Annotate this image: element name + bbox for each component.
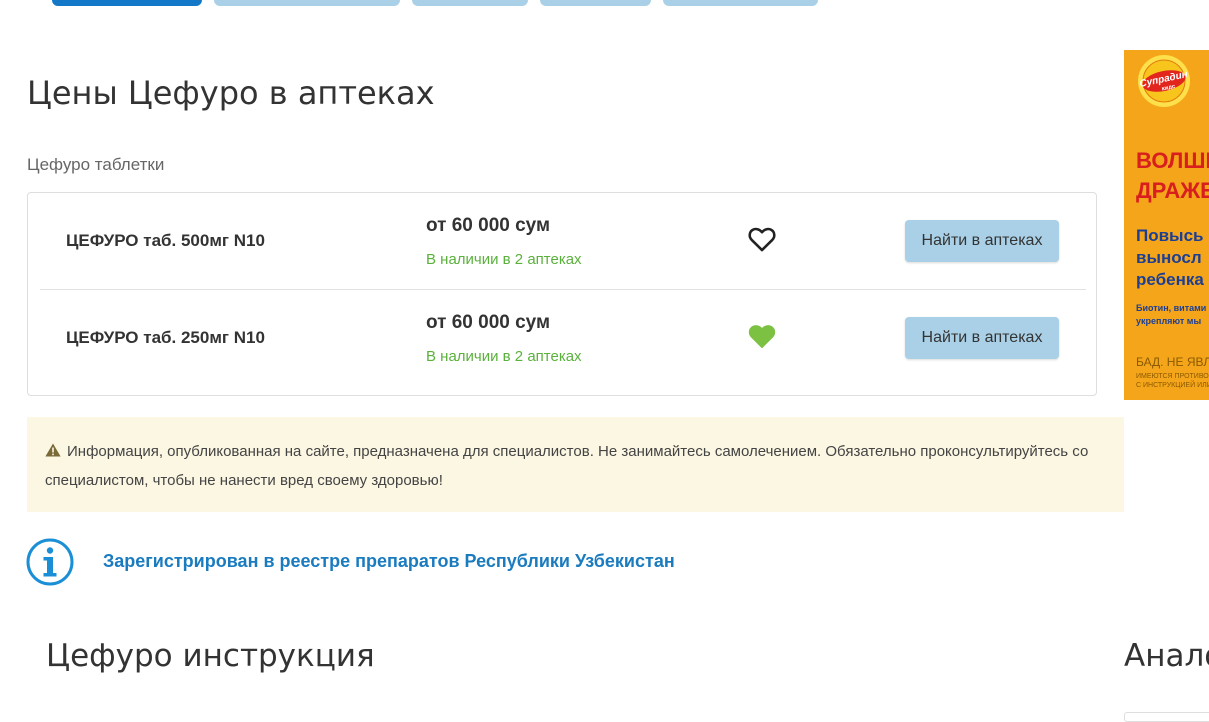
heart-outline-icon[interactable] xyxy=(748,226,776,252)
ad-small-text: Биотин, витами укрепляют мы xyxy=(1136,303,1207,326)
product-row: ЦЕФУРО таб. 250мг N10 от 60 000 сум В на… xyxy=(40,290,1086,386)
tab-3[interactable] xyxy=(412,0,528,6)
tab-2[interactable] xyxy=(214,0,400,6)
tab-5[interactable] xyxy=(663,0,818,6)
analogs-box xyxy=(1124,712,1209,722)
product-name: ЦЕФУРО таб. 250мг N10 xyxy=(66,328,265,347)
supradyn-kids-logo: Супрадин кидс xyxy=(1138,55,1190,107)
instructions-title: Цефуро инструкция xyxy=(46,638,375,674)
page-title: Цены Цефуро в аптеках xyxy=(27,74,435,112)
heart-filled-icon[interactable] xyxy=(748,323,776,349)
self-medication-warning: Информация, опубликованная на сайте, пре… xyxy=(27,417,1124,512)
product-name: ЦЕФУРО таб. 500мг N10 xyxy=(66,231,265,250)
find-in-pharmacies-button[interactable]: Найти в аптеках xyxy=(905,317,1059,359)
analogs-title: Анало xyxy=(1124,638,1209,674)
registry-link[interactable]: Зарегистрирован в реестре препаратов Рес… xyxy=(103,551,675,572)
tab-4[interactable] xyxy=(540,0,651,6)
info-circle-icon xyxy=(26,538,74,586)
ad-banner[interactable]: Супрадин кидс ВОЛШЕ ДРАЖЕ Повысь выносл … xyxy=(1124,50,1209,400)
warning-triangle-icon xyxy=(45,443,61,457)
product-list: ЦЕФУРО таб. 500мг N10 от 60 000 сум В на… xyxy=(27,192,1097,396)
availability-text: В наличии в 2 аптеках xyxy=(426,251,582,268)
find-in-pharmacies-button[interactable]: Найти в аптеках xyxy=(905,220,1059,262)
product-price: от 60 000 сум xyxy=(426,312,551,333)
ad-disclaimer: БАД. НЕ ЯВЛЯЕТ xyxy=(1136,355,1209,369)
warning-text: Информация, опубликованная на сайте, пре… xyxy=(45,443,1089,489)
product-form-label: Цефуро таблетки xyxy=(27,155,165,174)
ad-headline: ВОЛШЕ ДРАЖЕ xyxy=(1136,148,1209,203)
ad-fine-print: ИМЕЮТСЯ ПРОТИВОПОКА С ИНСТРУКЦИЕЙ ИЛИ ПР… xyxy=(1136,373,1209,389)
tab-1[interactable] xyxy=(52,0,202,6)
availability-text: В наличии в 2 аптеках xyxy=(426,348,582,365)
product-row: ЦЕФУРО таб. 500мг N10 от 60 000 сум В на… xyxy=(40,193,1086,290)
product-price: от 60 000 сум xyxy=(426,215,551,236)
ad-subhead: Повысь выносл ребенка xyxy=(1136,226,1204,289)
